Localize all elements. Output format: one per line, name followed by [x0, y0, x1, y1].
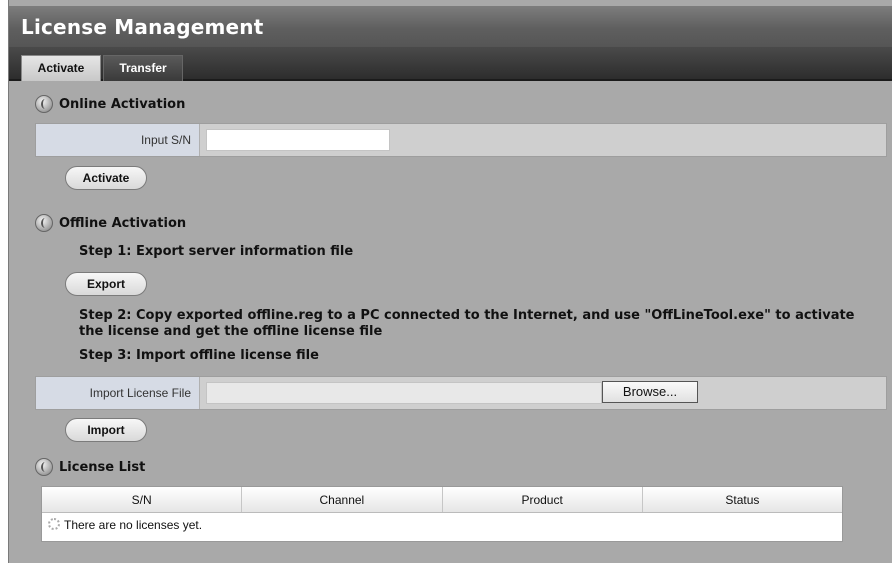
step-2-text-cont: the license and get the offline license … [79, 324, 383, 339]
tab-transfer[interactable]: Transfer [103, 55, 183, 81]
tab-bar: Activate Transfer [9, 47, 892, 81]
step-3-text: Step 3: Import offline license file [79, 348, 319, 363]
import-file-path[interactable] [206, 382, 602, 404]
section-globe-icon [35, 214, 53, 232]
column-header-channel[interactable]: Channel [242, 487, 443, 512]
tab-activate[interactable]: Activate [21, 55, 101, 81]
tab-content: Online Activation Input S/N Activate Off… [9, 83, 892, 563]
import-file-row: Import License File Browse... [35, 376, 887, 410]
column-header-product[interactable]: Product [443, 487, 643, 512]
offline-activation-header: Offline Activation [35, 212, 186, 234]
import-file-label: Import License File [36, 377, 200, 409]
activate-button[interactable]: Activate [65, 166, 147, 190]
license-list-heading: License List [59, 459, 146, 475]
section-globe-icon [35, 458, 53, 476]
loading-icon [48, 518, 60, 530]
sn-input[interactable] [206, 129, 390, 151]
column-header-status[interactable]: Status [643, 487, 842, 512]
import-button[interactable]: Import [65, 418, 147, 442]
table-header: S/N Channel Product Status [42, 487, 842, 513]
sn-label: Input S/N [36, 124, 200, 156]
title-bar: License Management [9, 6, 892, 47]
sn-input-row: Input S/N [35, 123, 887, 157]
online-activation-header: Online Activation [35, 93, 185, 115]
column-header-sn[interactable]: S/N [42, 487, 243, 512]
license-table: S/N Channel Product Status There are no … [41, 486, 843, 542]
section-globe-icon [35, 95, 53, 113]
empty-message: There are no licenses yet. [64, 518, 203, 532]
online-activation-heading: Online Activation [59, 96, 186, 112]
step-1-text: Step 1: Export server information file [79, 244, 354, 259]
offline-activation-heading: Offline Activation [59, 215, 187, 231]
export-button[interactable]: Export [65, 272, 147, 296]
browse-button[interactable]: Browse... [602, 381, 698, 403]
step-2-text: Step 2: Copy exported offline.reg to a P… [79, 308, 855, 323]
page-title: License Management [21, 15, 264, 39]
license-list-header: License List [35, 456, 145, 478]
license-management-window: License Management Activate Transfer Onl… [8, 0, 892, 563]
empty-table-row: There are no licenses yet. [42, 513, 842, 541]
